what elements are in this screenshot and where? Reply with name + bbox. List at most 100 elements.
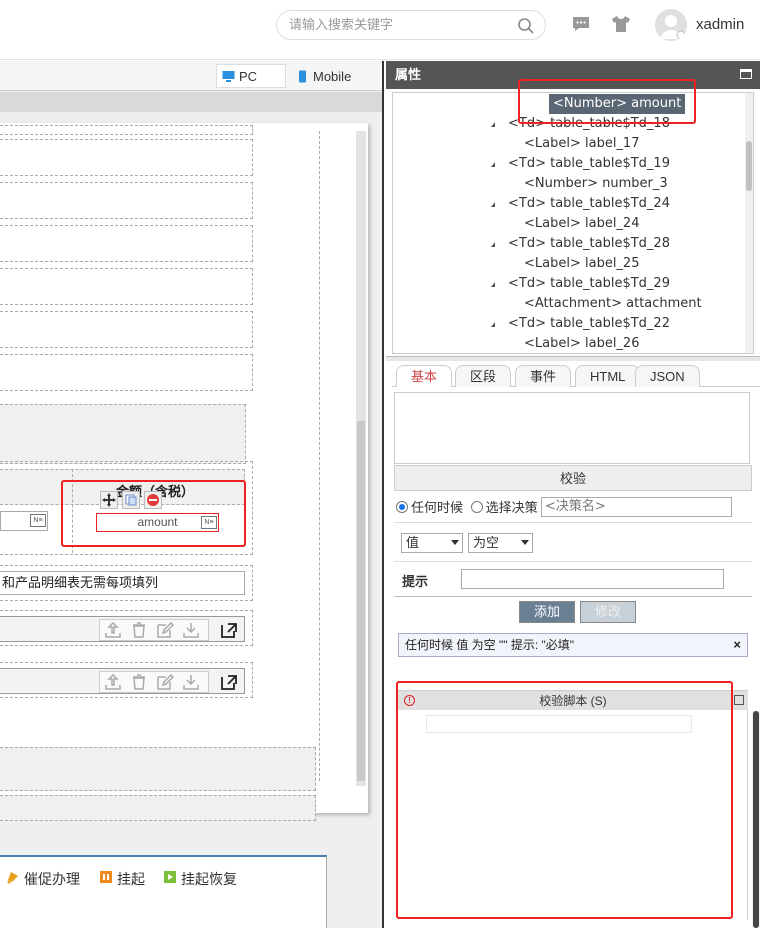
validation-rule-item[interactable]: 任何时候 值 为空 "" 提示: "必填" × [398, 633, 748, 657]
tree-node[interactable]: <Td> table_table$Td_19 [508, 156, 670, 171]
suspend-button[interactable]: 挂起 [99, 869, 145, 889]
canvas-scrollbar[interactable] [356, 131, 366, 786]
form-row[interactable] [0, 354, 253, 391]
expand-arrow-icon[interactable] [491, 282, 495, 287]
value-select-label: 值 [406, 535, 420, 550]
chevron-down-icon [451, 540, 459, 545]
message-icon[interactable] [571, 14, 591, 34]
attachment-row[interactable] [0, 662, 253, 698]
play-icon [164, 871, 176, 883]
attachment-field[interactable] [0, 668, 245, 694]
open-external-icon[interactable] [220, 674, 238, 690]
canvas-scrollbar-thumb[interactable] [357, 421, 365, 781]
username[interactable]: xadmin [696, 16, 744, 33]
urge-button[interactable]: 催促办理 [6, 869, 80, 889]
download-icon[interactable] [182, 674, 200, 690]
urge-label: 催促办理 [24, 871, 80, 887]
edit-icon[interactable] [156, 674, 174, 690]
download-icon[interactable] [182, 622, 200, 638]
form-row-section[interactable] [0, 404, 246, 464]
highlight-selected-node [518, 79, 696, 124]
search-icon[interactable] [517, 17, 535, 35]
tree-node[interactable]: <Td> table_table$Td_24 [508, 196, 670, 211]
attachment-field[interactable] [0, 616, 245, 642]
mobile-mode-label: Mobile [313, 69, 352, 84]
tree-node[interactable]: <Td> table_table$Td_29 [508, 276, 670, 291]
tab-html[interactable]: HTML [575, 365, 641, 387]
form-row[interactable] [0, 182, 253, 219]
chevron-down-icon [521, 540, 529, 545]
tree-node[interactable]: <Label> label_24 [524, 216, 639, 231]
resume-button[interactable]: 挂起恢复 [163, 869, 237, 889]
expand-arrow-icon[interactable] [491, 242, 495, 247]
panel-scrollbar[interactable] [752, 711, 760, 928]
expand-arrow-icon[interactable] [491, 122, 495, 127]
condition-select-label: 为空 [473, 535, 500, 550]
value-select[interactable]: 值 [401, 533, 463, 553]
properties-panel: 属性 <Number> amount <Td> table_table$Td_18… [386, 61, 760, 928]
open-external-icon[interactable] [220, 622, 238, 638]
expand-arrow-icon[interactable] [491, 322, 495, 327]
tree-node[interactable]: <Attachment> attachment [524, 296, 702, 311]
form-row[interactable] [0, 225, 253, 262]
form-row[interactable] [0, 139, 253, 176]
panel-divider[interactable] [382, 61, 384, 928]
pause-icon [100, 871, 112, 883]
hint-input[interactable] [461, 569, 724, 589]
form-row-lower[interactable] [0, 795, 316, 821]
expand-arrow-icon[interactable] [491, 202, 495, 207]
note-text: 和产品明细表无需每项填列 [0, 571, 245, 595]
form-row-lower[interactable] [0, 747, 316, 791]
maximize-icon[interactable] [740, 69, 752, 79]
basic-properties-box [394, 392, 750, 464]
tab-section[interactable]: 区段 [455, 365, 512, 387]
panel-scrollbar-thumb[interactable] [753, 711, 759, 928]
tree-scrollbar-thumb[interactable] [746, 141, 752, 191]
tab-json[interactable]: JSON [635, 365, 700, 387]
remove-rule-icon[interactable]: × [733, 634, 741, 656]
tab-events[interactable]: 事件 [515, 365, 572, 387]
radio-anytime[interactable] [396, 501, 408, 513]
form-row[interactable] [0, 311, 253, 348]
divider-line [394, 596, 752, 597]
radio-anytime-label: 任何时候 [411, 500, 464, 515]
decision-name-input[interactable]: <决策名> [541, 497, 732, 517]
search-box[interactable] [276, 10, 546, 40]
tree-node[interactable]: <Td> table_table$Td_28 [508, 236, 670, 251]
restore-window-icon[interactable] [734, 695, 744, 705]
highlight-validation-script [396, 681, 733, 919]
trash-icon[interactable] [130, 622, 148, 638]
add-button[interactable]: 添加 [519, 601, 576, 623]
attachment-row[interactable] [0, 610, 253, 646]
search-input[interactable] [289, 16, 509, 34]
tree-node[interactable]: <Td> table_table$Td_22 [508, 316, 670, 331]
modify-button[interactable]: 修改 [580, 601, 637, 623]
tree-node[interactable]: <Number> number_3 [524, 176, 668, 191]
form-row[interactable] [0, 125, 253, 135]
trash-icon[interactable] [130, 674, 148, 690]
tab-basic[interactable]: 基本 [396, 365, 453, 387]
expand-arrow-icon[interactable] [491, 162, 495, 167]
condition-select[interactable]: 为空 [468, 533, 533, 553]
mobile-mode-button[interactable]: Mobile [290, 64, 360, 88]
tree-node[interactable]: <Label> label_26 [524, 336, 639, 351]
canvas-ruler-strip [0, 92, 382, 112]
form-designer-canvas: PC Mobile 金额（含税） N≡ amount N≡ 和产品明细表无需每项… [0, 61, 382, 928]
tree-scrollbar[interactable] [745, 93, 753, 353]
upload-icon[interactable] [104, 622, 122, 638]
bell-icon [7, 872, 18, 884]
validation-rule-text: 任何时候 值 为空 "" 提示: "必填" [405, 638, 575, 652]
form-row[interactable] [0, 268, 253, 305]
process-action-bar: 催促办理 挂起 挂起恢复 [0, 855, 327, 928]
avatar[interactable] [655, 9, 687, 41]
tree-node[interactable]: <Label> label_25 [524, 256, 639, 271]
validation-timing: 任何时候 选择决策 [396, 497, 538, 516]
pc-mode-button[interactable]: PC [216, 64, 286, 88]
radio-choose-decision[interactable] [470, 501, 483, 513]
upload-icon[interactable] [104, 674, 122, 690]
property-tabs: 基本 区段 事件 HTML JSON [392, 363, 760, 387]
edit-icon[interactable] [156, 622, 174, 638]
skin-shirt-icon[interactable] [611, 14, 631, 34]
hint-label: 提示 [402, 574, 429, 589]
tree-node[interactable]: <Label> label_17 [524, 136, 639, 151]
